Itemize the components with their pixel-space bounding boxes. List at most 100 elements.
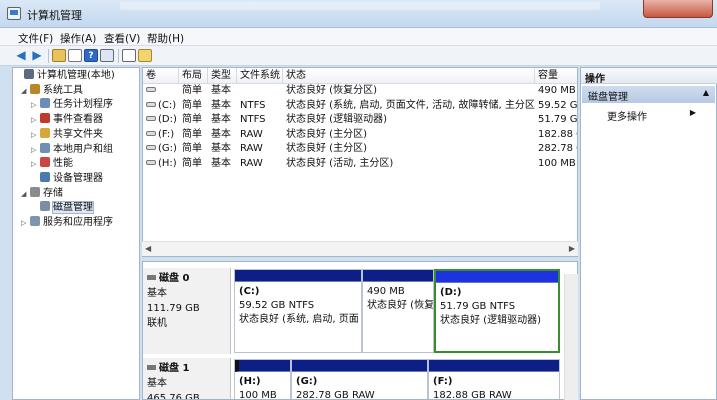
table-cell-text: 59.52 GB [538,99,578,111]
tree-item[interactable]: ▷ 事件查看器 [31,113,103,127]
refresh-icon[interactable] [122,49,136,62]
partition-g[interactable]: (G:) 282.78 GB RAW [291,359,428,400]
title-bar: 计算机管理 [0,0,717,28]
toolbar-separator [118,49,119,63]
table-cell-text: 状态良好 (系统, 启动, 页面文件, 活动, 故障转储, 主分区) [286,99,535,111]
actions-section-label: 磁盘管理 [588,92,628,103]
chevron-right-icon[interactable]: ▶ [690,108,696,117]
tree-item[interactable]: ▷ 性能 [31,157,73,171]
volume-list: 卷 布局 类型 文件系统 状态 容量 简单 基本 状态良好 (恢复分区) 490 MB… [142,67,578,257]
table-cell: 基本 [211,142,237,156]
table-cell-text: NTFS [240,99,266,111]
back-arrow-icon[interactable]: ◀ [14,49,28,62]
forward-arrow-icon[interactable]: ▶ [30,49,44,62]
collapse-up-icon[interactable]: ▲ [703,88,709,97]
show-hide-tree-icon[interactable] [100,49,114,62]
partition-status: 状态良好 (恢复 [367,300,434,311]
scroll-left-icon[interactable]: ◀ [145,244,151,253]
table-cell-text: 状态良好 (活动, 主分区) [286,158,394,169]
table-cell: RAW [240,128,283,142]
partition-h[interactable]: (H:) 100 MB [234,359,291,399]
column-header-volume[interactable]: 卷 [143,68,179,84]
storage-icon [30,186,40,197]
window-title: 计算机管理 [27,9,82,22]
partition-recovery[interactable]: 490 MB 状态良好 (恢复 [362,269,434,353]
partition-size: 490 MB [367,286,405,297]
toolbar: ◀ ▶ ? [0,46,717,66]
expand-toggle-icon[interactable]: ▷ [21,216,30,230]
window-controls[interactable] [643,0,713,18]
up-folder-icon[interactable] [52,49,66,62]
tree-item[interactable]: ▷ 本地用户和组 [31,142,113,157]
table-row[interactable]: (G:) 简单基本 RAW 状态良好 (主分区) 282.78 GB [143,142,577,156]
table-cell: 基本 [211,113,237,127]
tree-item-label: 计算机管理(本地) [37,70,115,81]
table-cell-text: 简单 [182,114,202,126]
column-header-layout[interactable]: 布局 [179,68,208,84]
expand-toggle-icon[interactable]: ▷ [31,128,40,142]
tree-item[interactable]: ▷ 共享文件夹 [31,127,103,142]
partition-c[interactable]: (C:) 59.52 GB NTFS 状态良好 (系统, 启动, 页面 [234,269,362,353]
table-row[interactable]: (F:) 简单基本 RAW 状态良好 (主分区) 182.88 GB [143,128,577,142]
actions-section-disk-management[interactable]: 磁盘管理 ▲ [582,86,715,103]
partition-d[interactable]: (D:) 51.79 GB NTFS 状态良好 (逻辑驱动器) [434,269,560,353]
table-row[interactable]: (C:) 简单 基本 NTFS 状态良好 (系统, 启动, 页面文件, 活动, 故障转储… [143,99,578,113]
disk-1-name: 磁盘 1 [147,361,226,376]
horizontal-scrollbar[interactable]: ◀ ▶ [142,241,578,256]
table-cell-text: 基本 [211,99,231,111]
tree-item-label: 事件查看器 [53,114,103,126]
table-cell: 基本 [211,157,237,171]
disk-1-info[interactable]: 磁盘 1 基本 465.76 GB [143,358,231,399]
tree-item[interactable]: 计算机管理(本地) [15,69,115,83]
expand-toggle-icon[interactable]: ▷ [31,98,40,112]
help-icon[interactable]: ? [84,49,98,62]
column-header-filesystem[interactable]: 文件系统 [237,68,283,84]
expand-toggle-icon[interactable]: ◢ [21,84,30,98]
table-cell-text: 基本 [211,128,231,140]
menu-view[interactable]: 查看(V) [104,31,140,46]
properties-icon[interactable] [68,49,82,62]
table-cell: 100 MB [538,157,577,171]
table-cell: 简单 [182,99,208,113]
menu-file[interactable]: 文件(F) [18,31,53,46]
computer-management-icon [7,7,21,20]
event-viewer-icon [40,113,50,124]
more-actions-link[interactable]: 更多操作 [607,108,647,123]
partition-size: 282.78 GB RAW [296,390,375,400]
tree-item[interactable]: ◢ 存储 [21,186,63,201]
table-cell: 状态良好 (主分区) [286,128,535,142]
column-header-type[interactable]: 类型 [208,68,237,84]
expand-toggle-icon[interactable]: ▷ [31,157,40,171]
menu-help[interactable]: 帮助(H) [147,31,184,46]
table-cell-text: 182.88 GB [538,128,577,140]
tree-item[interactable]: ▷ 任务计划程序 [31,98,113,112]
table-cell-text: RAW [240,158,263,169]
tree-item[interactable]: ▷ 服务和应用程序 [21,216,113,230]
clock-icon [40,98,50,109]
disk-0-info[interactable]: 磁盘 0 基本 111.79 GB 联机 [143,268,231,354]
tree-item[interactable]: 设备管理器 [31,171,103,186]
table-row[interactable]: (D:) 简单基本 NTFS 状态良好 (逻辑驱动器) 51.79 GB [143,113,577,127]
column-header-status[interactable]: 状态 [283,68,535,84]
partition-label: (H:) [239,376,261,387]
partition-f[interactable]: (F:) 182.88 GB RAW [428,359,560,399]
vertical-scrollbar[interactable] [564,274,578,400]
partition-label: (D:) [440,287,462,298]
scroll-right-icon[interactable]: ▶ [569,244,575,253]
table-cell-text: 状态良好 (逻辑驱动器) [286,114,387,126]
expand-toggle-icon[interactable]: ▷ [31,113,40,127]
tree-item[interactable]: 磁盘管理 [31,201,94,215]
export-icon[interactable] [138,49,152,62]
table-row[interactable]: (H:) 简单 基本 RAW 状态良好 (活动, 主分区) 100 MB [143,157,577,171]
table-cell: 简单 [182,113,208,127]
expand-toggle-icon[interactable]: ◢ [21,187,30,201]
menu-action[interactable]: 操作(A) [60,31,96,46]
performance-icon [40,157,50,168]
device-manager-icon [40,171,50,182]
tree-item[interactable]: ◢ 系统工具 [21,83,83,98]
table-row[interactable]: 简单 基本 状态良好 (恢复分区) 490 MB [143,84,577,98]
column-header-capacity[interactable]: 容量 [535,68,577,84]
volume-icon [146,116,156,122]
table-cell-text: 基本 [211,114,231,126]
expand-toggle-icon[interactable]: ▷ [31,143,40,157]
